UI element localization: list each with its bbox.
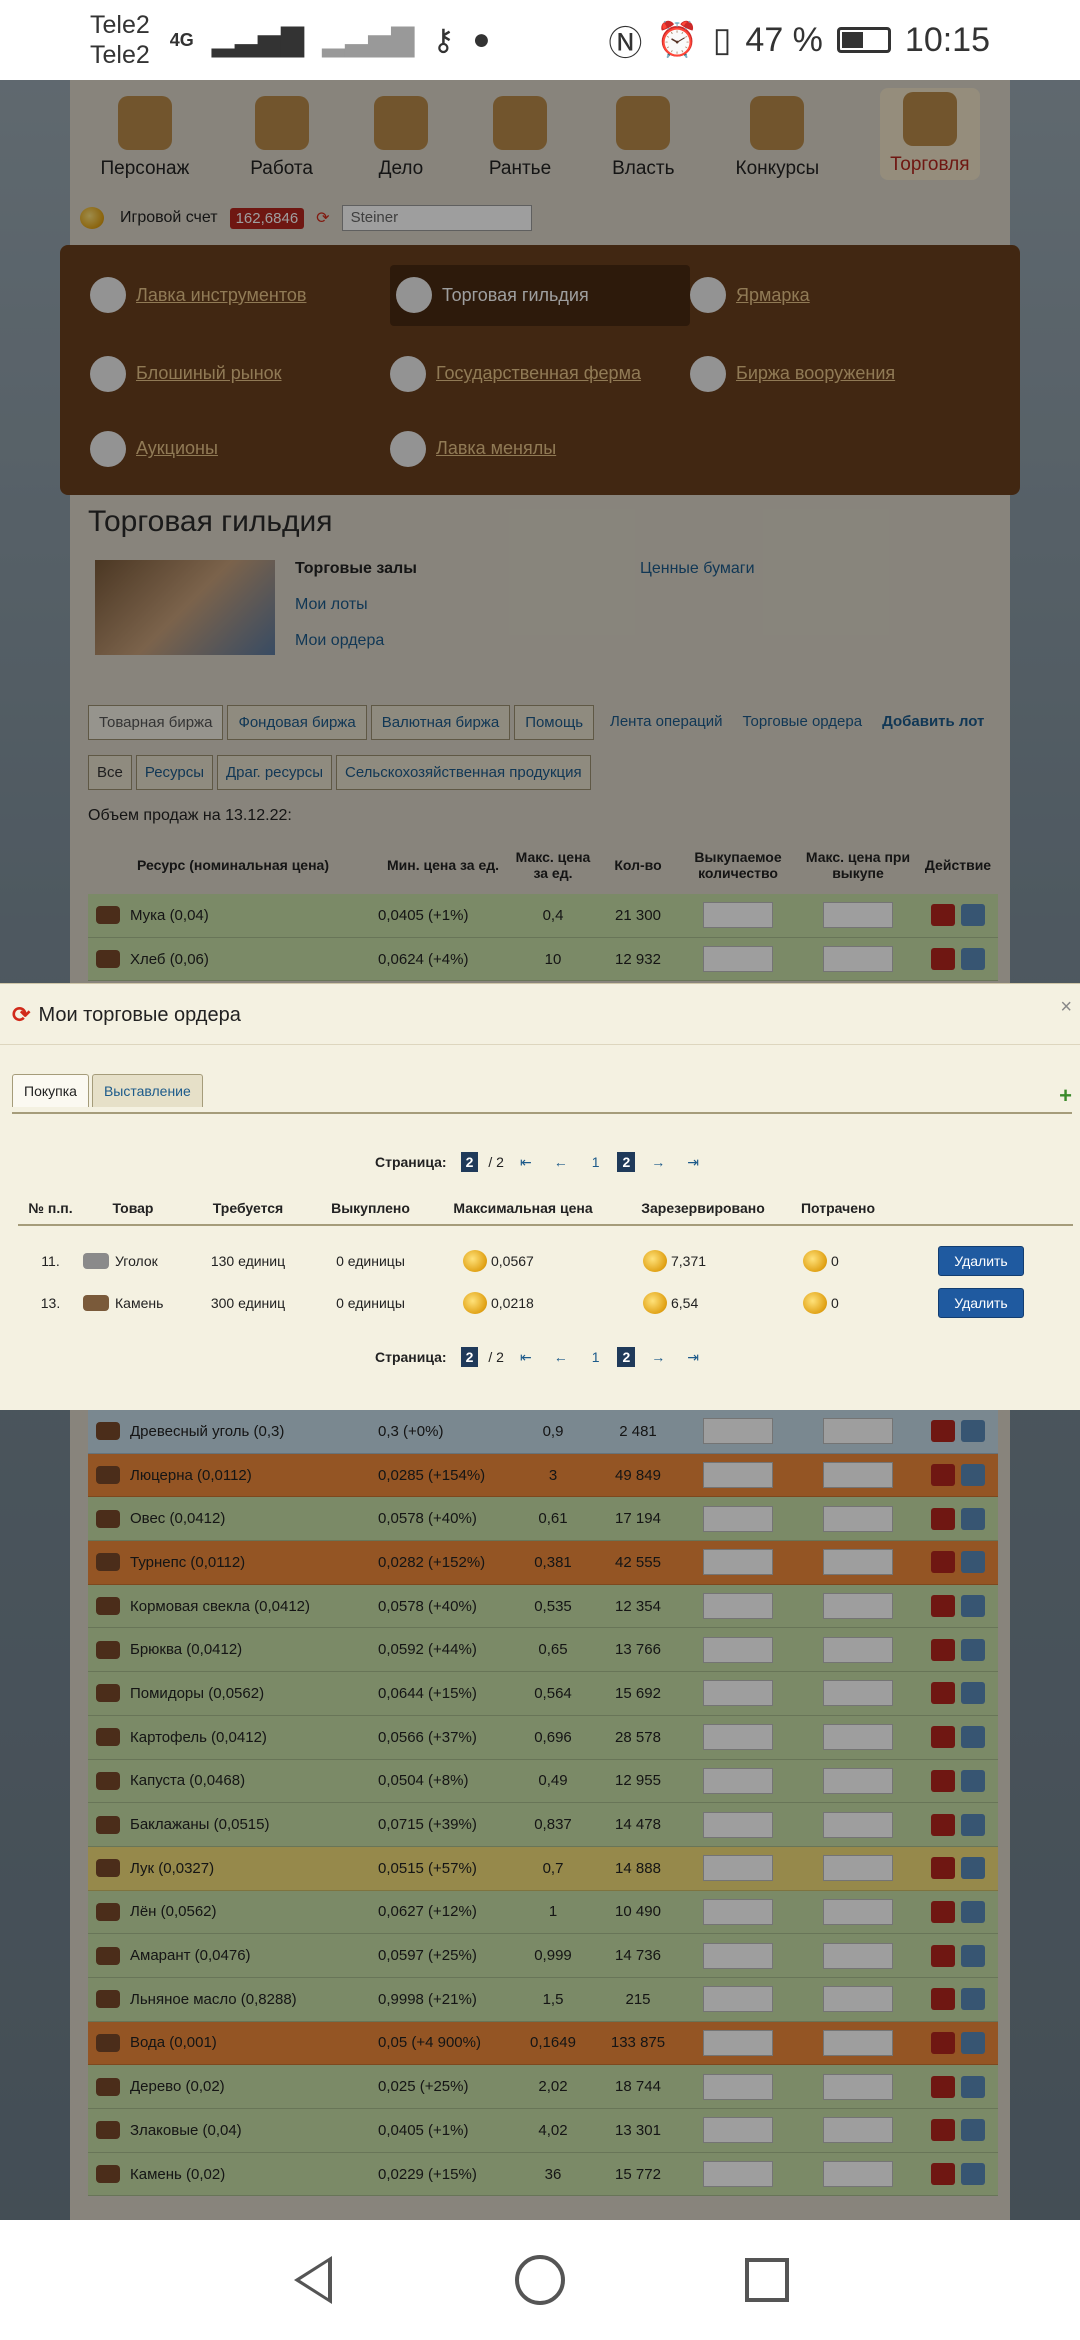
- home-icon: [514, 2255, 565, 2305]
- next-page-icon[interactable]: →: [645, 1349, 671, 1365]
- coin-icon: [463, 1250, 487, 1272]
- key-icon: ⚷: [432, 23, 455, 57]
- pager-top: Страница: 2 / 2 ⇤ ← 1 2 → ⇥: [0, 1152, 1080, 1172]
- system-nav-bar: [0, 2220, 1080, 2340]
- recents-icon: [744, 2258, 789, 2302]
- prev-page-icon[interactable]: ←: [548, 1154, 574, 1170]
- order-row: 11. Уголок 130 единиц 0 единицы 0,0567 7…: [18, 1240, 1073, 1282]
- back-icon: [294, 2256, 333, 2304]
- coin-icon: [463, 1292, 487, 1314]
- pager-total: / 2: [488, 1154, 504, 1170]
- recents-button[interactable]: [737, 2250, 797, 2310]
- battery-percent: 47 %: [745, 20, 823, 59]
- stone-item-icon: [83, 1295, 109, 1311]
- refresh-icon[interactable]: ⟳: [12, 1002, 30, 1028]
- tab-listing[interactable]: Выставление: [91, 1074, 203, 1107]
- carrier-1: Tele2: [90, 11, 150, 39]
- page-link-2[interactable]: 2: [617, 1152, 636, 1172]
- page-link-1[interactable]: 1: [584, 1349, 608, 1365]
- back-button[interactable]: [283, 2250, 343, 2310]
- page-link-1[interactable]: 1: [584, 1154, 608, 1170]
- last-page-icon[interactable]: ⇥: [681, 1349, 705, 1366]
- signal-2-icon: ▂▃▅▇: [322, 23, 415, 57]
- carrier-2: Tele2: [90, 41, 150, 69]
- page-link-2[interactable]: 2: [617, 1347, 636, 1367]
- battery-icon: [836, 27, 891, 53]
- coin-icon: [643, 1292, 667, 1314]
- clock: 10:15: [904, 20, 990, 59]
- pager-current: 2: [460, 1347, 479, 1367]
- last-page-icon[interactable]: ⇥: [681, 1154, 705, 1171]
- carrier-info: Tele2 Tele2: [90, 10, 150, 70]
- order-row: 13. Камень 300 единиц 0 единицы 0,0218 6…: [18, 1282, 1073, 1324]
- network-type: 4G: [169, 29, 194, 50]
- signal-icon: ▂▃▅▇: [211, 23, 305, 57]
- first-page-icon[interactable]: ⇤: [514, 1349, 538, 1366]
- next-page-icon[interactable]: →: [645, 1154, 671, 1170]
- prev-page-icon[interactable]: ←: [548, 1349, 574, 1365]
- chat-icon: ●: [472, 23, 491, 56]
- orders-modal: ⟳ Мои торговые ордера × Покупка Выставле…: [0, 983, 1080, 1410]
- coin-icon: [803, 1250, 827, 1272]
- add-icon[interactable]: +: [1059, 1083, 1072, 1109]
- angle-item-icon: [83, 1253, 109, 1269]
- delete-button[interactable]: Удалить: [938, 1288, 1024, 1318]
- pager-total: / 2: [488, 1349, 504, 1365]
- delete-button[interactable]: Удалить: [938, 1246, 1024, 1276]
- first-page-icon[interactable]: ⇤: [514, 1154, 538, 1171]
- vibrate-icon: ▯: [712, 21, 732, 59]
- order-tabs: Покупка Выставление: [12, 1074, 203, 1107]
- nfc-icon: Ⓝ: [608, 24, 643, 63]
- pager-bottom: Страница: 2 / 2 ⇤ ← 1 2 → ⇥: [0, 1347, 1080, 1367]
- orders-table-header: № п.п. Товар Требуется Выкуплено Максима…: [18, 1200, 1073, 1226]
- pager-current: 2: [460, 1152, 479, 1172]
- close-icon[interactable]: ×: [1060, 996, 1072, 1019]
- coin-icon: [803, 1292, 827, 1314]
- status-bar: Tele2 Tele2 4G ▂▃▅▇ ▂▃▅▇ ⚷ ● Ⓝ ⏰ ▯ 47 % …: [0, 0, 1080, 80]
- coin-icon: [643, 1250, 667, 1272]
- alarm-icon: ⏰: [656, 21, 699, 59]
- home-button[interactable]: [510, 2250, 570, 2310]
- tab-purchase[interactable]: Покупка: [12, 1074, 89, 1107]
- modal-title: Мои торговые ордера: [38, 1003, 241, 1026]
